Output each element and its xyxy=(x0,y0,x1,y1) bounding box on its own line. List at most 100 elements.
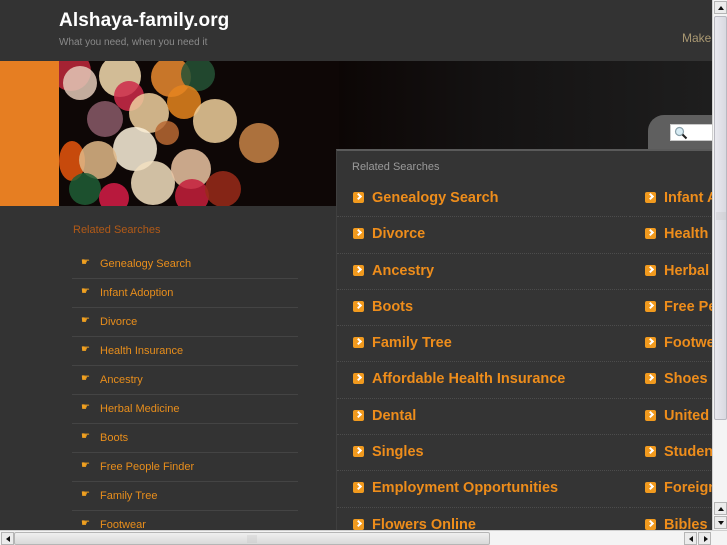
sidebar-link-label[interactable]: Boots xyxy=(100,432,128,444)
header-link[interactable]: Make xyxy=(682,31,711,45)
pointing-hand-icon: ☛ xyxy=(81,431,90,442)
bokeh-lights-image xyxy=(59,61,339,206)
arrow-up-icon xyxy=(718,507,724,511)
scroll-right-button[interactable] xyxy=(698,532,711,545)
panel-link-label[interactable]: Footwe xyxy=(664,335,712,351)
sidebar-link[interactable]: ☛ Herbal Medicine xyxy=(72,395,298,424)
sidebar-link-label[interactable]: Footwear xyxy=(100,519,146,530)
panel-link[interactable]: Footwe xyxy=(629,326,712,363)
scroll-left-button-right[interactable] xyxy=(684,532,697,545)
panel-link[interactable]: Free Pe xyxy=(629,290,712,327)
panel-link[interactable]: Health xyxy=(629,217,712,254)
arrow-box-icon xyxy=(645,409,656,421)
sidebar-link[interactable]: ☛ Health Insurance xyxy=(72,337,298,366)
site-header: Alshaya-family.org What you need, when y… xyxy=(0,0,712,61)
arrow-box-icon xyxy=(645,446,656,458)
sidebar-link-label[interactable]: Divorce xyxy=(100,316,137,328)
panel-link-label[interactable]: Singles xyxy=(372,444,424,460)
sidebar-link[interactable]: ☛ Infant Adoption xyxy=(72,279,298,308)
sidebar-link[interactable]: ☛ Boots xyxy=(72,424,298,453)
pointing-hand-icon: ☛ xyxy=(81,257,90,268)
panel-link-label[interactable]: Foreign xyxy=(664,480,712,496)
panel-link[interactable]: Family Tree xyxy=(337,326,627,363)
panel-link[interactable]: Studen xyxy=(629,435,712,472)
panel-link[interactable]: Divorce xyxy=(337,217,627,254)
sidebar-link-label[interactable]: Free People Finder xyxy=(100,461,194,473)
arrow-box-icon xyxy=(645,192,656,203)
magnifier-icon xyxy=(674,126,688,140)
panel-link-label[interactable]: Employment Opportunities xyxy=(372,480,558,496)
panel-link[interactable]: Infant A xyxy=(629,181,712,218)
panel-link-label[interactable]: Studen xyxy=(664,444,712,460)
sidebar-link-label[interactable]: Herbal Medicine xyxy=(100,403,179,415)
vertical-scrollbar[interactable] xyxy=(712,0,727,530)
panel-link-label[interactable]: Dental xyxy=(372,408,416,424)
panel-link[interactable]: Bibles xyxy=(629,508,712,530)
panel-link[interactable]: Singles xyxy=(337,435,627,472)
arrow-left-icon xyxy=(6,536,10,542)
sidebar-link[interactable]: ☛ Family Tree xyxy=(72,482,298,511)
panel-link[interactable]: Boots xyxy=(337,290,627,327)
panel-link-label[interactable]: Boots xyxy=(372,299,413,315)
sidebar-link[interactable]: ☛ Free People Finder xyxy=(72,453,298,482)
pointing-hand-icon: ☛ xyxy=(81,315,90,326)
panel-link-label[interactable]: United xyxy=(664,408,709,424)
arrow-box-icon xyxy=(353,482,364,494)
panel-link-label[interactable]: Family Tree xyxy=(372,335,452,351)
panel-link[interactable]: Herbal xyxy=(629,254,712,290)
panel-link[interactable]: Ancestry xyxy=(337,254,627,290)
sidebar-link-label[interactable]: Health Insurance xyxy=(100,345,183,357)
sidebar-link-label[interactable]: Family Tree xyxy=(100,490,157,502)
pointing-hand-icon: ☛ xyxy=(81,489,90,500)
panel-link[interactable]: Affordable Health Insurance xyxy=(337,362,627,399)
panel-link-label[interactable]: Free Pe xyxy=(664,299,712,315)
sidebar-link[interactable]: ☛ Divorce xyxy=(72,308,298,337)
search-input[interactable] xyxy=(670,124,712,141)
sidebar-related-searches: Related Searches ☛ Genealogy Search ☛ Infa… xyxy=(72,224,298,530)
site-title[interactable]: Alshaya-family.org xyxy=(59,10,229,32)
sidebar-link[interactable]: ☛ Footwear xyxy=(72,511,298,530)
scroll-up-button-bottom[interactable] xyxy=(714,502,727,515)
sidebar-link[interactable]: ☛ Ancestry xyxy=(72,366,298,395)
panel-link-label[interactable]: Divorce xyxy=(372,226,425,242)
scroll-up-button[interactable] xyxy=(714,1,727,14)
arrow-box-icon xyxy=(645,300,656,312)
sidebar-link-label[interactable]: Ancestry xyxy=(100,374,143,386)
horizontal-scrollbar[interactable] xyxy=(0,530,727,545)
panel-title: Related Searches xyxy=(352,161,440,173)
arrow-right-icon xyxy=(704,536,708,542)
horizontal-scroll-thumb[interactable] xyxy=(14,532,490,545)
panel-link[interactable]: Foreign xyxy=(629,471,712,508)
scroll-down-button[interactable] xyxy=(714,516,727,529)
panel-link[interactable]: United xyxy=(629,399,712,436)
panel-link[interactable]: Employment Opportunities xyxy=(337,471,627,508)
panel-link[interactable]: Dental xyxy=(337,399,627,436)
panel-link-label[interactable]: Affordable Health Insurance xyxy=(372,371,565,387)
arrow-box-icon xyxy=(353,373,364,385)
pointing-hand-icon: ☛ xyxy=(81,460,90,471)
arrow-box-icon xyxy=(353,300,364,312)
sidebar-link[interactable]: ☛ Genealogy Search xyxy=(72,250,298,279)
panel-link-label[interactable]: Herbal xyxy=(664,263,709,279)
sidebar-title: Related Searches xyxy=(73,224,161,236)
scroll-left-button[interactable] xyxy=(1,532,14,545)
sidebar-link-label[interactable]: Genealogy Search xyxy=(100,258,191,270)
panel-link[interactable]: Flowers Online xyxy=(337,508,627,530)
panel-link[interactable]: Genealogy Search xyxy=(337,181,627,218)
sidebar-link-label[interactable]: Infant Adoption xyxy=(100,287,173,299)
arrow-box-icon xyxy=(353,518,364,530)
panel-link-label[interactable]: Bibles xyxy=(664,517,708,530)
panel-link-label[interactable]: Shoes xyxy=(664,371,708,387)
panel-link[interactable]: Shoes xyxy=(629,362,712,399)
sidebar-list: ☛ Genealogy Search ☛ Infant Adoption ☛ Divo… xyxy=(72,250,298,530)
arrow-box-icon xyxy=(645,264,656,276)
panel-link-label[interactable]: Genealogy Search xyxy=(372,190,499,206)
panel-link-label[interactable]: Infant A xyxy=(664,190,712,206)
grip-icon xyxy=(716,212,726,220)
vertical-scroll-thumb[interactable] xyxy=(714,16,727,420)
panel-link-label[interactable]: Flowers Online xyxy=(372,517,476,530)
arrow-down-icon xyxy=(718,521,724,525)
arrow-box-icon xyxy=(353,264,364,276)
panel-link-label[interactable]: Health xyxy=(664,226,708,242)
panel-link-label[interactable]: Ancestry xyxy=(372,263,434,279)
